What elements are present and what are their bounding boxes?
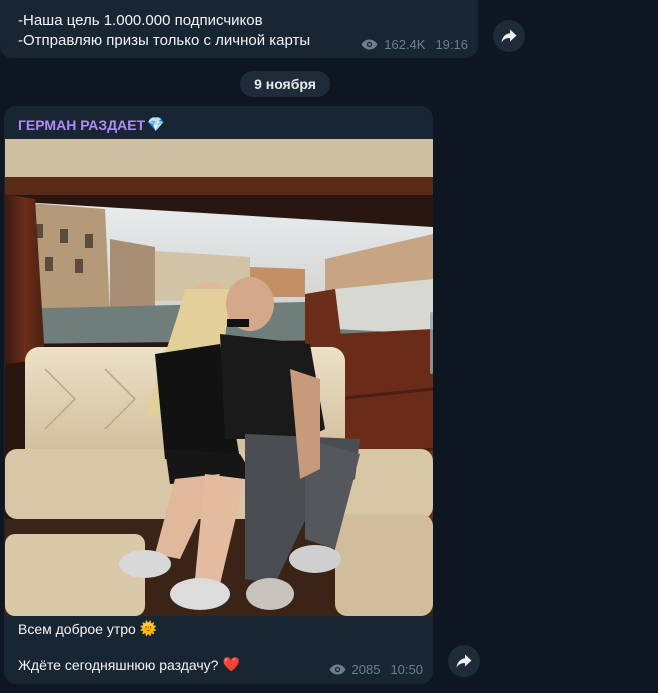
channel-name[interactable]: ГЕРМАН РАЗДАЕТ 💎: [18, 116, 165, 133]
diamond-emoji: 💎: [147, 116, 165, 132]
caption-line: Всем доброе утро 🌞: [18, 620, 157, 637]
boat-couple-photo: [5, 139, 433, 616]
share-icon: [501, 29, 517, 43]
eye-icon: [361, 39, 378, 50]
heart-emoji: ❤️: [222, 656, 240, 672]
caption-text: Всем доброе утро: [18, 620, 136, 637]
message-text-line: -Отправляю призы только с личной карты: [18, 32, 311, 49]
caption-text: Ждёте сегодняшнюю раздачу?: [18, 656, 219, 673]
previous-message-bubble[interactable]: -Наша цель 1.000.000 подписчиков -Отправ…: [0, 0, 478, 58]
date-separator: 9 ноября: [240, 71, 330, 97]
share-icon: [456, 654, 472, 668]
views-count: 2085: [351, 662, 381, 677]
channel-post-bubble[interactable]: ГЕРМАН РАЗДАЕТ 💎 Всем доброе утро 🌞 Ждёт…: [4, 106, 433, 684]
share-button[interactable]: [448, 645, 480, 677]
media-scroll-indicator: [430, 312, 433, 374]
message-meta: 162.4K 19:16: [361, 37, 468, 52]
views-count: 162.4K: [384, 37, 426, 52]
sun-emoji: 🌞: [139, 620, 158, 636]
post-photo[interactable]: [5, 139, 433, 616]
eye-icon: [329, 664, 346, 675]
channel-name-text: ГЕРМАН РАЗДАЕТ: [18, 116, 146, 133]
message-meta: 2085 10:50: [329, 662, 423, 677]
share-button[interactable]: [493, 20, 525, 52]
message-time: 10:50: [390, 662, 423, 677]
caption-line: Ждёте сегодняшнюю раздачу? ❤️: [18, 656, 240, 673]
message-text-line: -Наша цель 1.000.000 подписчиков: [18, 12, 263, 29]
message-time: 19:16: [435, 37, 468, 52]
